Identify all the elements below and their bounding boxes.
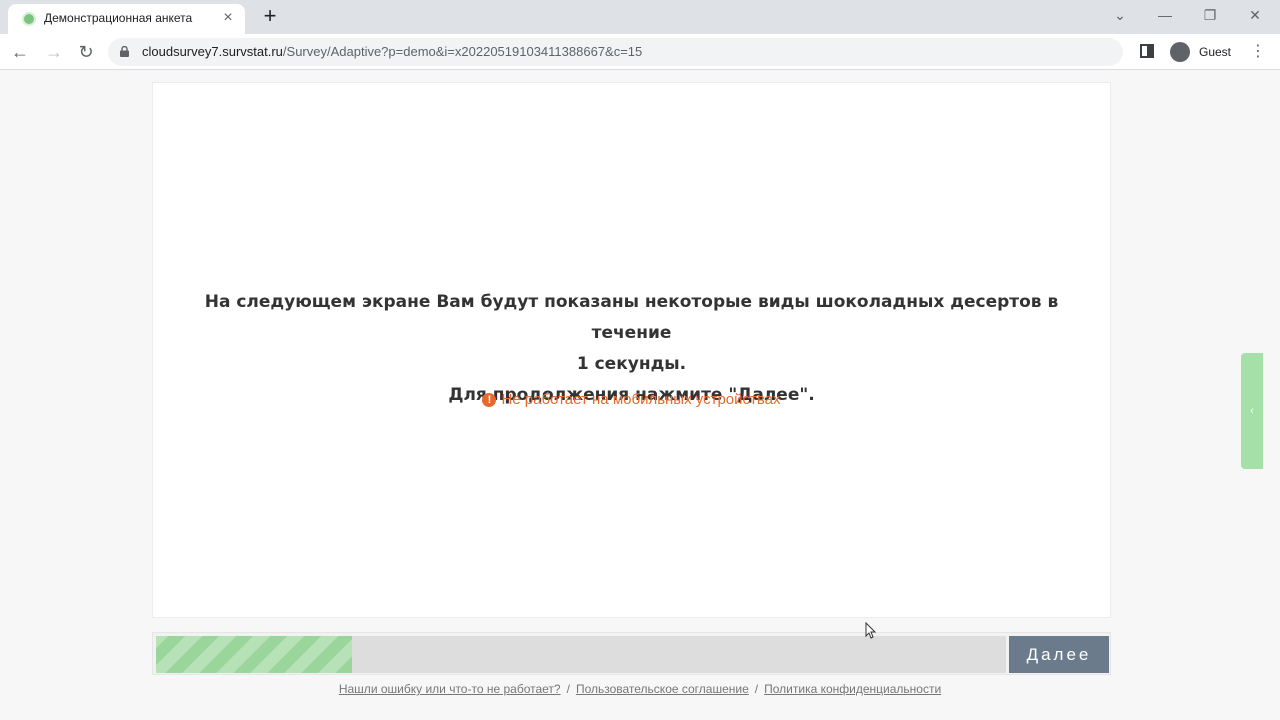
browser-toolbar: ← → ↻ cloudsurvey7.survstat.ru/Survey/Ad… [0, 34, 1280, 70]
forward-icon[interactable]: → [42, 40, 66, 64]
separator: / [566, 682, 570, 696]
url-text: cloudsurvey7.survstat.ru/Survey/Adaptive… [142, 44, 642, 59]
report-error-link[interactable]: Нашли ошибку или что-то не работает? [339, 682, 561, 696]
survey-footer-bar: Далее [152, 632, 1111, 675]
next-button[interactable]: Далее [1009, 636, 1109, 673]
close-window-icon[interactable]: ✕ [1243, 4, 1267, 26]
lock-icon [120, 46, 129, 57]
url-host: cloudsurvey7.survstat.ru [142, 44, 283, 59]
mobile-warning: ! Не работает на мобильных устройствах [153, 391, 1110, 408]
tab-title: Демонстрационная анкета [44, 11, 193, 25]
separator: / [754, 682, 759, 696]
site-favicon-icon [22, 12, 36, 26]
avatar-icon [1170, 42, 1190, 62]
tab-search-icon[interactable]: ⌄ [1108, 4, 1132, 26]
side-drawer-tab[interactable]: ‹ [1241, 353, 1263, 469]
footer-links: Нашли ошибку или что-то не работает? / Пол… [0, 682, 1280, 696]
privacy-policy-link[interactable]: Политика конфиденциальности [764, 682, 941, 696]
progress-bar [156, 636, 1006, 673]
reload-icon[interactable]: ↻ [74, 40, 98, 64]
restore-icon[interactable]: ❐ [1198, 4, 1222, 26]
mouse-cursor-icon [865, 622, 877, 639]
question-line-2: 1 секунды. [576, 354, 687, 374]
profile-button[interactable]: Guest [1164, 38, 1240, 66]
tab-strip: Демонстрационная анкета × + ⌄ — ❐ ✕ [0, 0, 1280, 34]
minimize-icon[interactable]: — [1153, 4, 1177, 26]
progress-fill [156, 636, 352, 673]
side-panel-icon[interactable] [1140, 44, 1154, 58]
url-path: /Survey/Adaptive?p=demo&i=x2022051910341… [282, 44, 643, 59]
warning-text: Не работает на мобильных устройствах [501, 391, 781, 408]
close-tab-icon[interactable]: × [219, 9, 237, 27]
exclamation-icon: ! [482, 393, 497, 407]
new-tab-button[interactable]: + [258, 4, 282, 28]
browser-menu-icon[interactable]: ⋮ [1250, 40, 1266, 64]
profile-label: Guest [1199, 45, 1232, 59]
user-agreement-link[interactable]: Пользовательское соглашение [576, 682, 749, 696]
address-bar[interactable]: cloudsurvey7.survstat.ru/Survey/Adaptive… [108, 38, 1123, 66]
question-line-1: На следующем экране Вам будут показаны н… [204, 292, 1059, 343]
back-icon[interactable]: ← [8, 40, 32, 64]
browser-tab[interactable]: Демонстрационная анкета × [8, 4, 245, 34]
survey-card: На следующем экране Вам будут показаны н… [152, 82, 1111, 618]
